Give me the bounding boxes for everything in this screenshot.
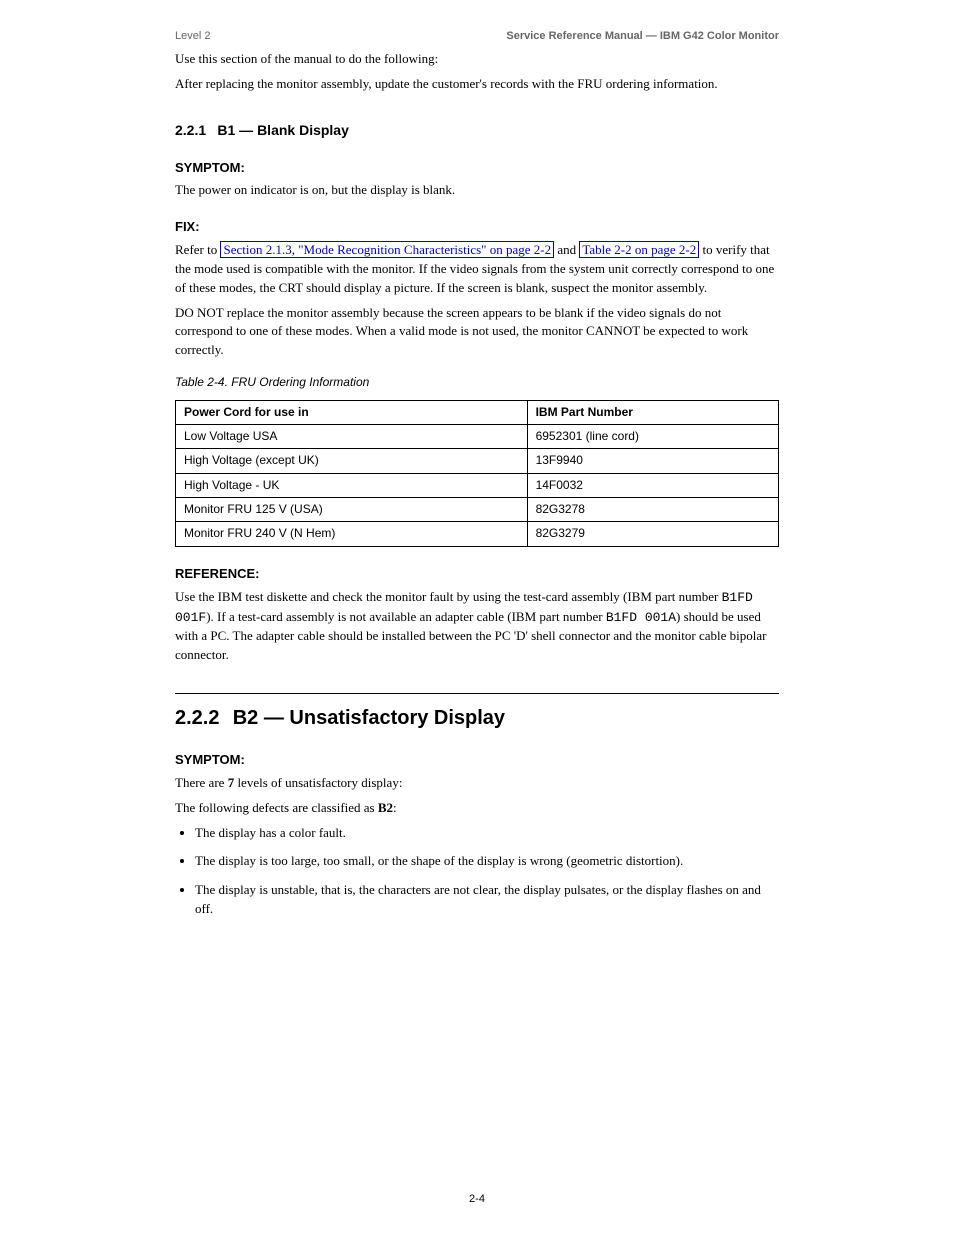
b1-ref-mono2: B1FD 001A (606, 610, 676, 625)
b1-fix-p1: Refer to Section 2.1.3, "Mode Recognitio… (175, 241, 779, 298)
list-item: The display has a color fault. (195, 824, 779, 843)
b1-fix-label: FIX: (175, 218, 779, 237)
table-row: Monitor FRU 240 V (N Hem)82G3279 (176, 522, 779, 546)
section-222-number: 2.2.2 (175, 707, 219, 729)
b1-reference-label: REFERENCE: (175, 565, 779, 584)
header-left: Level 2 (175, 30, 210, 42)
b1-ref-b: ). If a test-card assembly is not availa… (206, 609, 606, 624)
xref-table-22[interactable]: Table 2-2 on page 2-2 (579, 241, 699, 258)
header-right: Service Reference Manual — IBM G42 Color… (506, 30, 779, 42)
b1-symptom-text: The power on indicator is on, but the di… (175, 181, 779, 200)
section-separator (175, 693, 779, 694)
b2-lead: There are 7 levels of unsatisfactory dis… (175, 774, 779, 793)
table-row: High Voltage - UK14F0032 (176, 473, 779, 497)
fru-table: Power Cord for use in IBM Part Number Lo… (175, 400, 779, 547)
xref-box-1: Section 2.1.3, "Mode Recognition Charact… (220, 241, 554, 258)
b2-code: B2 (378, 800, 393, 815)
b1-fix-p1-a: Refer to (175, 242, 220, 257)
b1-fix-p1-b: and (554, 242, 579, 257)
table-caption: Table 2-4. FRU Ordering Information (175, 374, 779, 391)
b1-symptom-label: SYMPTOM: (175, 159, 779, 178)
xref-section-213[interactable]: Section 2.1.3, "Mode Recognition Charact… (220, 241, 554, 258)
b2-symptom-label: SYMPTOM: (175, 751, 779, 770)
section-222-title: B2 — Unsatisfactory Display (233, 707, 505, 729)
b1-reference-text: Use the IBM test diskette and check the … (175, 588, 779, 665)
list-item: The display is unstable, that is, the ch… (195, 881, 779, 919)
table-row: Monitor FRU 125 V (USA)82G3278 (176, 498, 779, 522)
replacing-line: After replacing the monitor assembly, up… (175, 75, 779, 94)
list-item: The display is too large, too small, or … (195, 852, 779, 871)
section-221-number: 2.2.1 (175, 122, 206, 138)
th-1: IBM Part Number (527, 400, 778, 424)
section-221-title: B1 — Blank Display (217, 122, 349, 138)
table-row: Low Voltage USA6952301 (line cord) (176, 424, 779, 448)
xref-box-2: Table 2-2 on page 2-2 (579, 241, 699, 258)
b1-ref-a: Use the IBM test diskette and check the … (175, 589, 722, 604)
page-number: 2-4 (0, 1193, 954, 1205)
b2-intro: The following defects are classified as … (175, 799, 779, 818)
th-0: Power Cord for use in (176, 400, 528, 424)
b2-bullet-list: The display has a color fault. The displ… (195, 824, 779, 919)
intro-line: Use this section of the manual to do the… (175, 50, 779, 69)
b1-fix-p3: DO NOT replace the monitor assembly beca… (175, 304, 779, 361)
table-row: High Voltage (except UK)13F9940 (176, 449, 779, 473)
